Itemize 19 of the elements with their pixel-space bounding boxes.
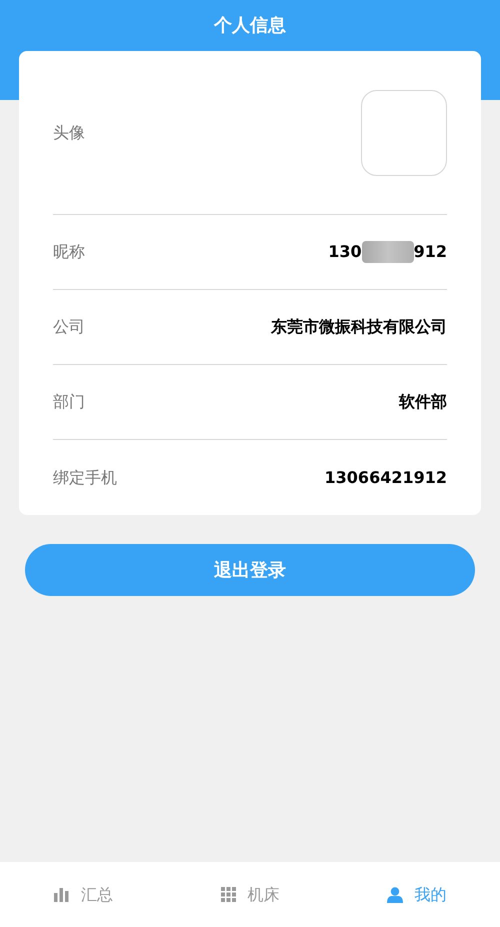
field-label: 昵称 — [53, 241, 85, 263]
field-value: 130 — [328, 241, 362, 263]
field-label: 部门 — [53, 391, 85, 413]
field-value: 13066421912 — [324, 466, 447, 488]
page-title: 个人信息 — [214, 14, 286, 38]
user-icon — [386, 886, 403, 902]
grid-icon — [220, 887, 236, 902]
tab-item[interactable]: 汇总 — [0, 882, 167, 906]
logout-button[interactable]: 退出登录 — [25, 544, 475, 596]
field-value: 912 — [414, 241, 447, 263]
field-label: 公司 — [53, 316, 85, 338]
field-value: 东莞市微振科技有限公司 — [271, 316, 447, 338]
tab-item[interactable]: 机床 — [166, 882, 334, 906]
field-value: 软件部 — [399, 391, 447, 413]
tab-item[interactable]: 我的 — [333, 882, 500, 906]
field-label: 绑定手机 — [53, 466, 117, 488]
bar-chart-icon — [54, 888, 69, 902]
redaction-mark — [362, 241, 414, 263]
field-label: 头像 — [53, 122, 85, 144]
